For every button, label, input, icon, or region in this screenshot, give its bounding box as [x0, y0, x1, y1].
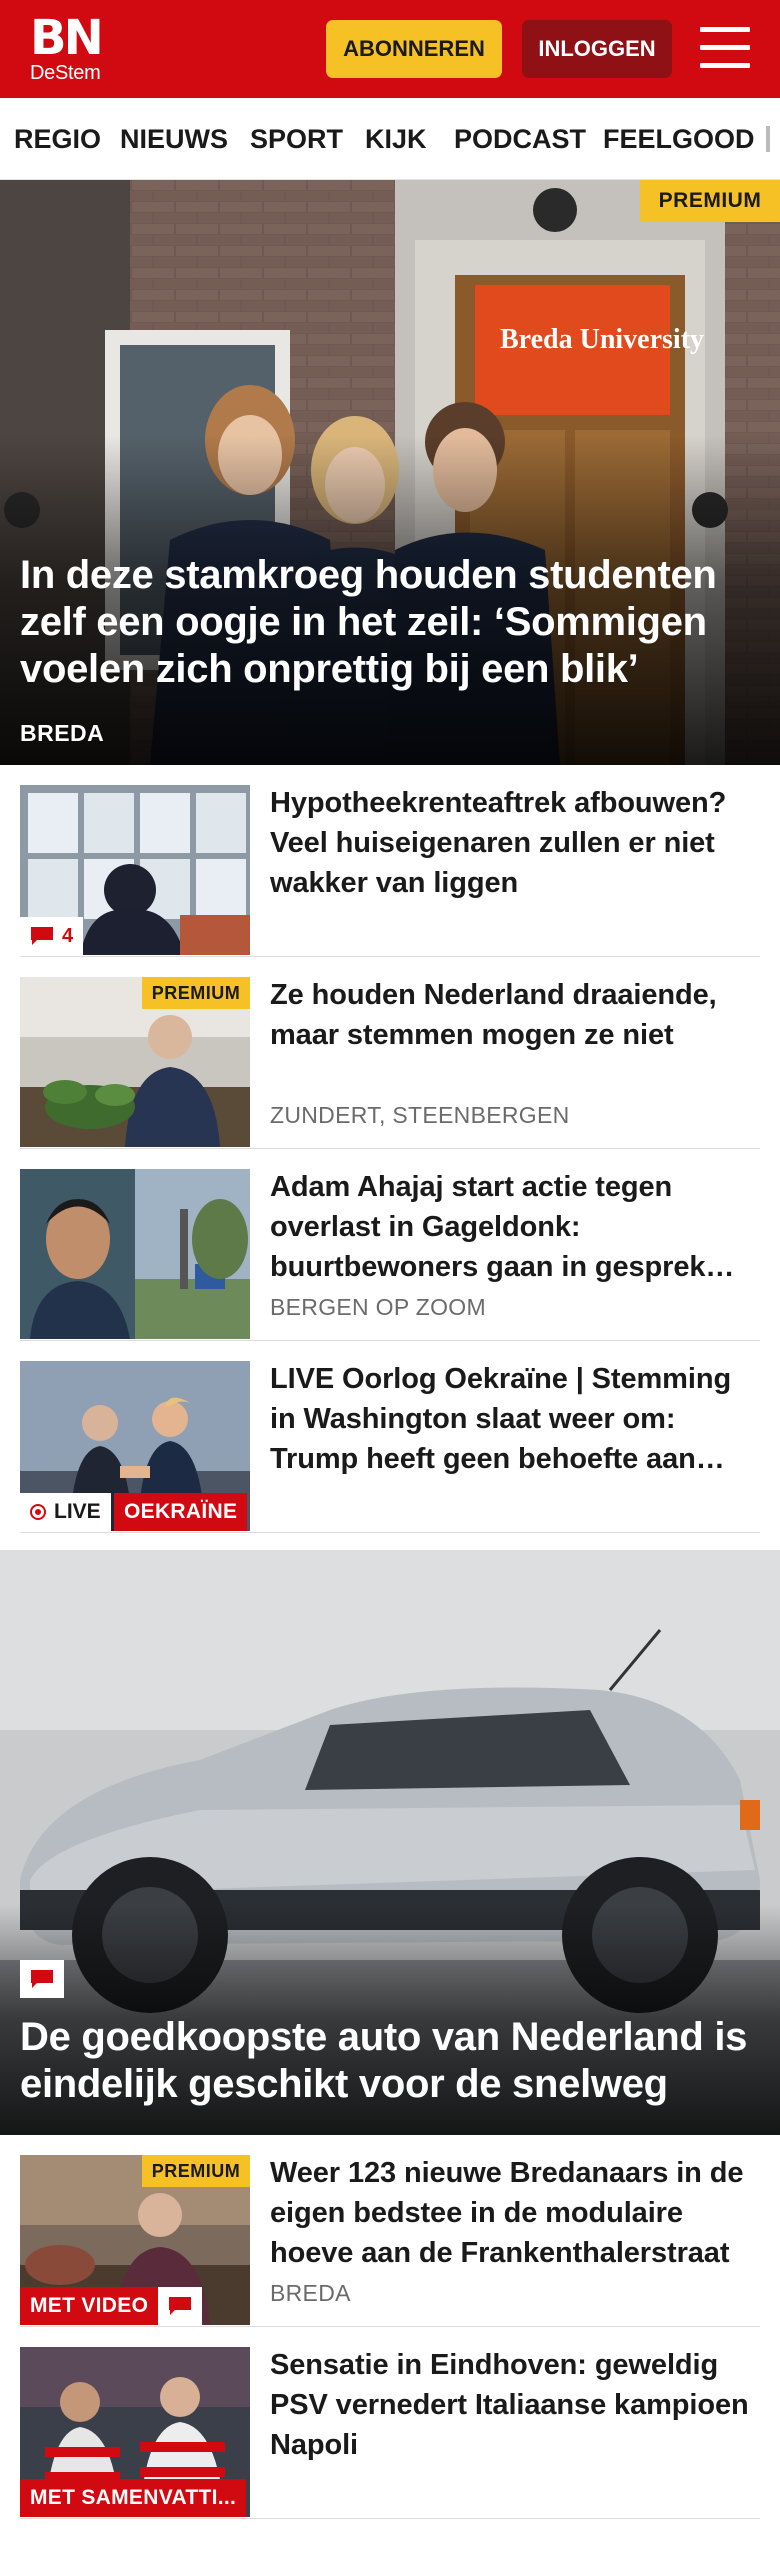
feature-article[interactable]: De goedkoopste auto van Nederland is ein…: [0, 1550, 780, 2135]
live-indicator-icon: [30, 1504, 46, 1520]
article-location: ZUNDERT, STEENBERGEN: [270, 1102, 570, 1128]
article-title[interactable]: LIVE Oorlog Oekraïne | Stemming in Washi…: [270, 1359, 762, 1479]
nav-item-regio[interactable]: REGIO: [14, 98, 101, 179]
comment-icon: [31, 1970, 53, 1988]
article-thumbnail: [20, 1169, 250, 1339]
feature-title[interactable]: De goedkoopste auto van Nederland is ein…: [20, 2014, 765, 2108]
hero-location: BREDA: [20, 720, 105, 746]
top-bar: BN DeStem ABONNEREN INLOGGEN: [0, 0, 780, 98]
comment-badge: [20, 1960, 64, 1998]
section-nav: REGIO NIEUWS SPORT KIJK PODCAST FEELGOOD: [0, 98, 780, 180]
subscribe-button[interactable]: ABONNEREN: [326, 20, 502, 78]
live-badge: LIVE: [20, 1493, 111, 1531]
hero-title[interactable]: In deze stamkroeg houden studenten zelf …: [20, 552, 760, 693]
login-button[interactable]: INLOGGEN: [522, 20, 672, 78]
premium-badge: PREMIUM: [142, 977, 250, 1009]
comment-icon: [31, 927, 53, 945]
site-logo[interactable]: BN DeStem: [30, 10, 104, 84]
topic-tag: OEKRAÏNE: [114, 1493, 248, 1531]
comment-count: 4: [62, 924, 74, 947]
article-title[interactable]: Ze houden Nederland draaiende, maar stem…: [270, 975, 762, 1055]
nav-item-feelgood[interactable]: FEELGOOD: [603, 98, 755, 179]
premium-badge: PREMIUM: [142, 2155, 250, 2187]
list-item[interactable]: LIVE OEKRAÏNE LIVE Oorlog Oekraïne | Ste…: [0, 1341, 780, 1533]
article-thumbnail: PREMIUM: [20, 977, 250, 1147]
divider: [20, 1532, 760, 1533]
article-title[interactable]: Adam Ahajaj start actie tegen overlast i…: [270, 1167, 762, 1287]
comment-icon: [169, 2297, 192, 2315]
article-title[interactable]: Hypotheekrenteaftrek afbouwen? Veel huis…: [270, 783, 762, 903]
hero-article[interactable]: Breda University PREMIUM In deze stamkro…: [0, 180, 780, 765]
hamburger-menu-icon[interactable]: [700, 25, 750, 71]
divider: [20, 2518, 760, 2519]
sign-text: Breda University: [500, 324, 704, 355]
video-label: MET VIDEO: [20, 2287, 159, 2325]
article-title[interactable]: Weer 123 nieuwe Bredanaars in de eigen b…: [270, 2153, 762, 2273]
comment-count-badge: 4: [20, 917, 84, 955]
list-item[interactable]: Adam Ahajaj start actie tegen overlast i…: [0, 1149, 780, 1341]
article-thumbnail: PREMIUM MET VIDEO: [20, 2155, 250, 2325]
article-thumbnail: MET SAMENVATTI...: [20, 2347, 250, 2517]
article-title[interactable]: Sensatie in Eindhoven: geweldig PSV vern…: [270, 2345, 762, 2465]
video-badge: MET VIDEO: [20, 2287, 203, 2325]
logo-bottom-text: DeStem: [30, 62, 101, 84]
list-item[interactable]: PREMIUM Ze houden Nederland draaiende, m…: [0, 957, 780, 1149]
nav-item-podcast[interactable]: PODCAST: [454, 98, 586, 179]
logo-top-text: BN: [30, 10, 104, 66]
premium-badge: PREMIUM: [640, 180, 780, 222]
summary-tag: MET SAMENVATTI...: [20, 2479, 247, 2517]
list-item[interactable]: 4 Hypotheekrenteaftrek afbouwen? Veel hu…: [0, 765, 780, 957]
article-location: BERGEN OP ZOOM: [270, 1294, 486, 1320]
nav-overflow-hint: [766, 126, 770, 152]
comment-badge: [158, 2287, 203, 2325]
nav-item-sport[interactable]: SPORT: [250, 98, 343, 179]
nav-item-kijk[interactable]: KIJK: [365, 98, 427, 179]
nav-item-nieuws[interactable]: NIEUWS: [120, 98, 228, 179]
list-item[interactable]: MET SAMENVATTI... Sensatie in Eindhoven:…: [0, 2327, 780, 2519]
list-item[interactable]: PREMIUM MET VIDEO Weer 123 nieuwe Bredan…: [0, 2135, 780, 2327]
article-location: BREDA: [270, 2280, 351, 2306]
article-thumbnail: 4: [20, 785, 250, 955]
article-thumbnail: LIVE OEKRAÏNE: [20, 1361, 250, 1531]
live-label: LIVE: [54, 1500, 101, 1523]
